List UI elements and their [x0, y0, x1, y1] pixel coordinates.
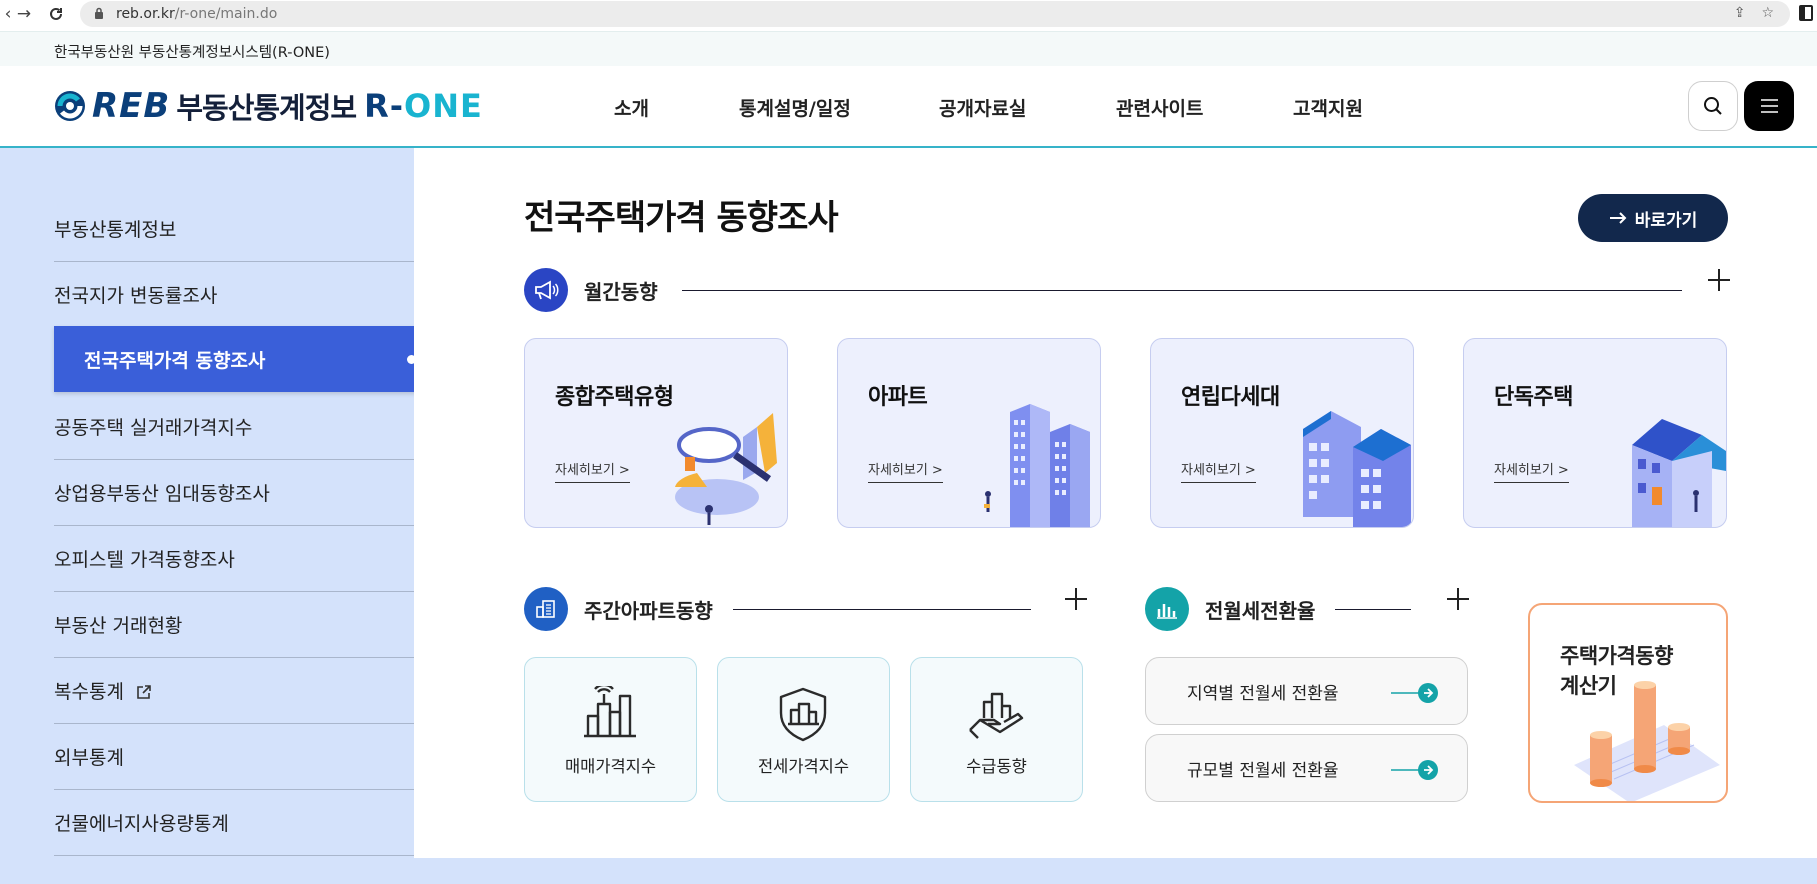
card-more-link[interactable]: 자세히보기 > [555, 459, 630, 483]
card-more-link[interactable]: 자세히보기 > [868, 459, 943, 483]
monthly-section-header: 월간동향 [524, 268, 1682, 312]
bar-chart-icon [1145, 587, 1189, 631]
bottom-background [414, 858, 1817, 884]
site-header: REB 부동산통계정보 R-ONE 소개 통계설명/일정 공개자료실 관련사이트… [0, 66, 1817, 148]
search-icon [1704, 97, 1722, 115]
reb-logo-mark-icon [54, 90, 86, 122]
page-title: 전국주택가격 동향조사 [524, 198, 839, 238]
weekly-card-sale-price-index[interactable]: 매매가격지수 [524, 657, 697, 802]
rent-more-plus-icon[interactable] [1447, 588, 1469, 610]
sidebar: 부동산통계정보 전국지가 변동률조사 전국주택가격 동향조사 공동주택 실거래가… [0, 148, 444, 884]
weekly-card-label: 매매가격지수 [564, 757, 657, 776]
sidebar-item-officetel[interactable]: 오피스텔 가격동향조사 [54, 526, 414, 592]
logo-korean-text: 부동산통계정보 [176, 91, 357, 125]
weekly-section-header: 주간아파트동향 [524, 587, 1031, 631]
gnb-item-stats-schedule[interactable]: 통계설명/일정 [739, 94, 939, 121]
shortcut-label: 바로가기 [1634, 210, 1698, 231]
section-divider [1335, 608, 1412, 610]
forward-icon[interactable]: → [14, 4, 34, 24]
logo-rone-text: R-ONE [364, 87, 483, 125]
bookmark-star-icon[interactable]: ☆ [1761, 5, 1774, 21]
card-more-link[interactable]: 자세히보기 > [1181, 459, 1256, 483]
card-title: 아파트 [868, 385, 928, 410]
utility-bar: 한국부동산원 부동산통계정보시스템(R-ONE) [0, 31, 1817, 66]
gnb-item-support[interactable]: 고객지원 [1293, 94, 1403, 121]
site-name: 한국부동산원 부동산통계정보시스템(R-ONE) [54, 45, 330, 61]
gnb-item-intro[interactable]: 소개 [614, 94, 739, 121]
menu-button[interactable] [1744, 81, 1794, 131]
rent-section-header: 전월세전환율 [1145, 587, 1412, 631]
rent-rate-by-region-button[interactable]: 지역별 전월세 전환율 [1145, 657, 1468, 725]
shield-building-icon [779, 687, 827, 742]
url-text: reb.or.kr/r-one/main.do [116, 6, 278, 22]
hand-city-icon [969, 692, 1024, 739]
shortcut-button[interactable]: 바로가기 [1578, 194, 1728, 242]
cylinder-chart-illustration-icon [1574, 681, 1720, 801]
gnb-item-related-sites[interactable]: 관련사이트 [1116, 94, 1293, 121]
sidebar-item-commercial-rent[interactable]: 상업용부동산 임대동향조사 [54, 460, 414, 526]
arrow-circle-right-icon [1391, 683, 1438, 703]
weekly-card-jeonse-price-index[interactable]: 전세가격지수 [717, 657, 890, 802]
sidebar-item-transactions[interactable]: 부동산 거래현황 [54, 592, 414, 658]
sidebar-item-external-stats[interactable]: 외부통계 [54, 724, 414, 790]
card-more-link[interactable]: 자세히보기 > [1494, 459, 1569, 483]
sidebar-item-building-energy[interactable]: 건물에너지사용량통계 [54, 790, 414, 856]
sidebar-item-multiple-stats[interactable]: 복수통계 [54, 658, 414, 724]
city-antenna-icon [584, 686, 636, 738]
hamburger-icon [1761, 99, 1778, 113]
monthly-section-title: 월간동향 [584, 279, 658, 304]
weekly-card-label: 전세가격지수 [757, 757, 850, 776]
sidebar-item-housing-price[interactable]: 전국주택가격 동향조사 [54, 326, 444, 392]
sidebar-item-land-price[interactable]: 전국지가 변동률조사 [54, 262, 414, 328]
share-icon[interactable]: ⇪ [1734, 5, 1746, 21]
magnifier-chart-illustration-icon [675, 413, 777, 525]
rent-rate-by-size-button[interactable]: 규모별 전월세 전환율 [1145, 734, 1468, 802]
weekly-card-supply-demand[interactable]: 수급동향 [910, 657, 1083, 802]
apartment-building-illustration-icon [984, 404, 1090, 527]
browser-toolbar: ‹ → reb.or.kr/r-one/main.do ⇪ ☆ [0, 0, 1817, 28]
housing-price-calculator-card[interactable]: 주택가격동향 계산기 [1528, 603, 1728, 803]
weekly-more-plus-icon[interactable] [1065, 588, 1087, 610]
monthly-card-all-housing[interactable]: 종합주택유형 자세히보기 > [524, 338, 788, 528]
weekly-card-label: 수급동향 [966, 757, 1027, 776]
arrow-circle-right-icon [1391, 760, 1438, 780]
monthly-card-detached-house[interactable]: 단독주택 자세히보기 > [1463, 338, 1727, 528]
side-panel-icon[interactable] [1799, 5, 1813, 21]
weekly-report-icon [524, 587, 568, 631]
detached-house-illustration-icon [1632, 419, 1726, 527]
site-logo[interactable]: REB 부동산통계정보 R-ONE [54, 86, 483, 126]
logo-reb-text: REB [92, 86, 171, 126]
monthly-card-row-house[interactable]: 연립다세대 자세히보기 > [1150, 338, 1414, 528]
sidebar-item-real-estate-stats[interactable]: 부동산통계정보 [54, 196, 414, 262]
card-title: 단독주택 [1494, 385, 1573, 410]
search-button[interactable] [1688, 81, 1738, 131]
rent-button-label: 규모별 전월세 전환율 [1187, 760, 1339, 781]
external-link-icon [136, 683, 152, 699]
section-divider [681, 289, 1682, 291]
global-nav: 소개 통계설명/일정 공개자료실 관련사이트 고객지원 [614, 94, 1403, 121]
address-bar[interactable]: reb.or.kr/r-one/main.do ⇪ ☆ [80, 1, 1790, 27]
monthly-more-plus-icon[interactable] [1708, 269, 1730, 291]
section-divider [732, 608, 1031, 610]
rent-button-label: 지역별 전월세 전환율 [1187, 683, 1339, 704]
arrow-right-icon [1609, 212, 1627, 224]
rent-section-title: 전월세전환율 [1205, 598, 1316, 623]
reload-icon[interactable] [46, 4, 66, 24]
row-house-illustration-icon [1303, 411, 1411, 527]
gnb-item-data-room[interactable]: 공개자료실 [939, 94, 1116, 121]
weekly-section-title: 주간아파트동향 [584, 598, 713, 623]
card-title: 연립다세대 [1181, 385, 1280, 410]
sidebar-item-apartment-transaction[interactable]: 공동주택 실거래가격지수 [54, 394, 414, 460]
lock-icon [94, 7, 108, 22]
monthly-card-apartment[interactable]: 아파트 자세히보기 > [837, 338, 1101, 528]
megaphone-icon [524, 268, 568, 312]
